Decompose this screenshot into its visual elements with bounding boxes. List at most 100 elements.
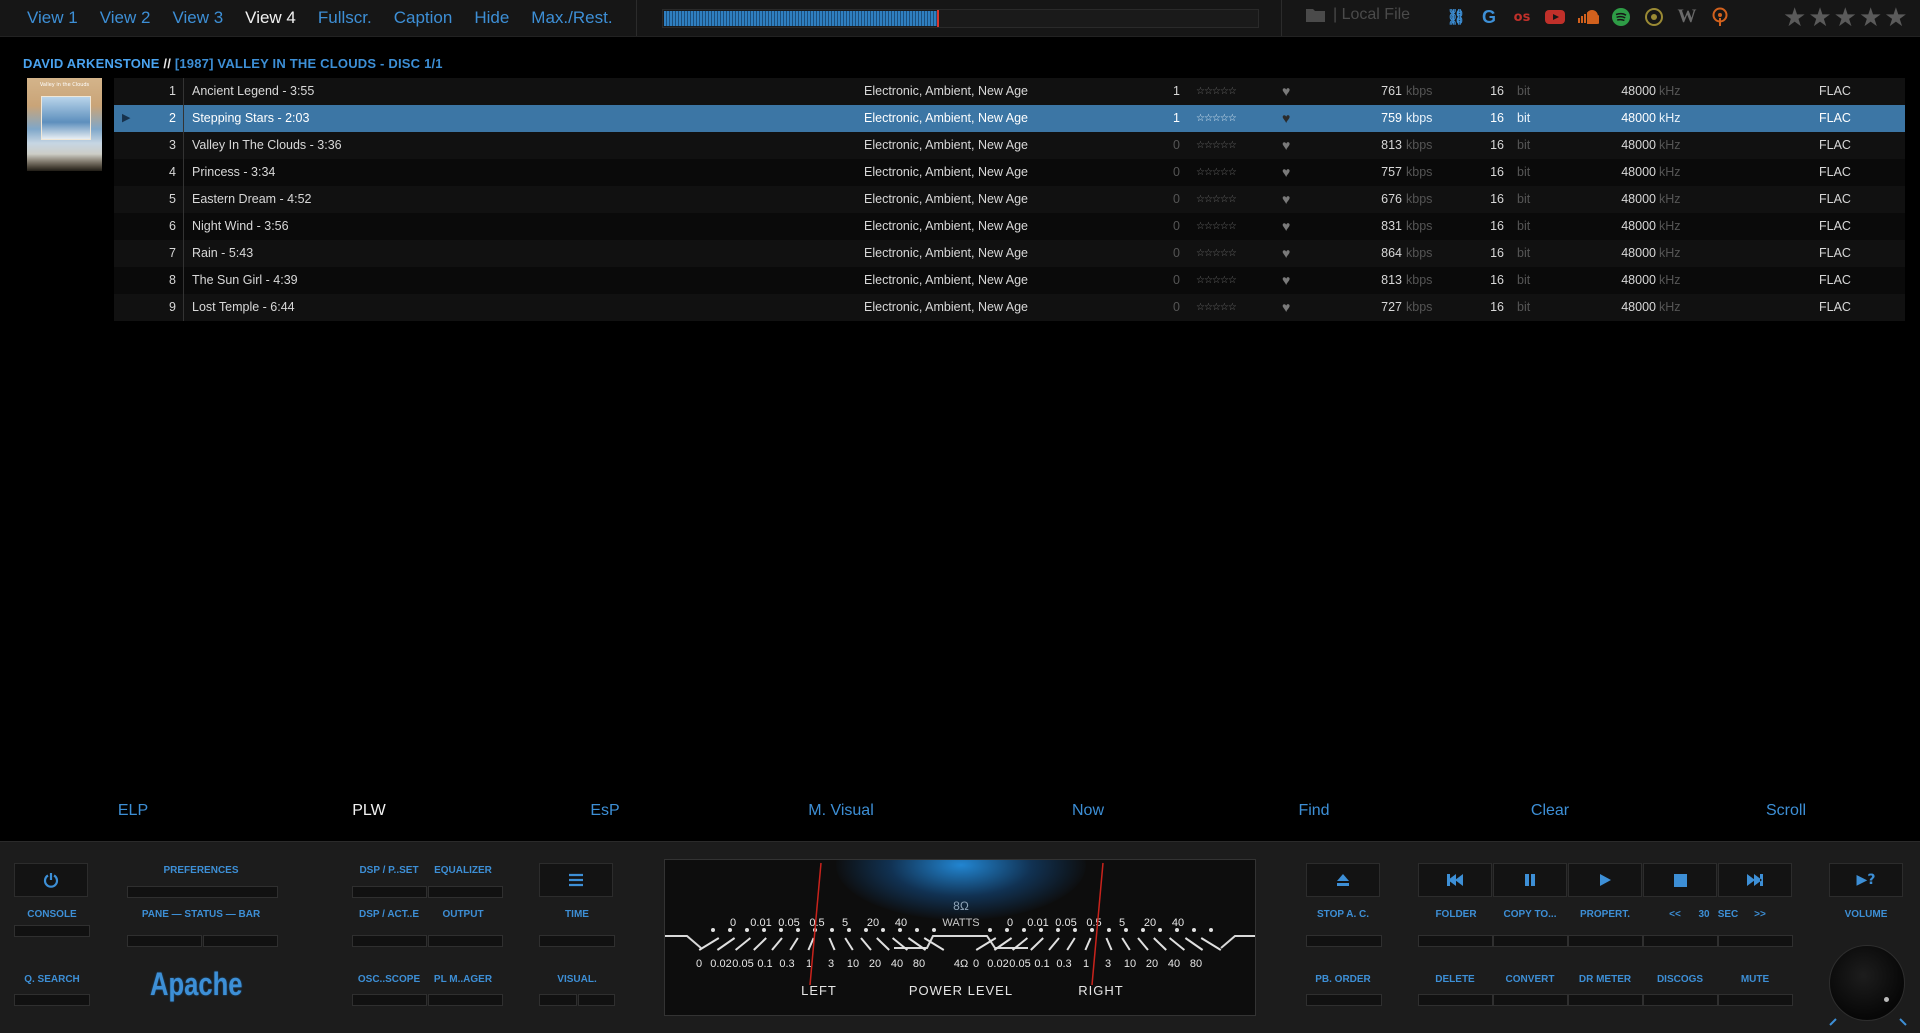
rating-star-icon[interactable]: ★ [1859, 4, 1882, 32]
track-rating[interactable]: ☆☆☆☆☆ [1196, 159, 1237, 186]
oscilloscope-button[interactable] [352, 994, 427, 1006]
track-rating[interactable]: ☆☆☆☆☆ [1196, 78, 1237, 105]
track-rating[interactable]: ☆☆☆☆☆ [1196, 105, 1237, 132]
track-rating[interactable]: ☆☆☆☆☆ [1196, 267, 1237, 294]
time-button[interactable] [539, 935, 615, 947]
dr-meter-button[interactable] [1568, 994, 1643, 1006]
soundcloud-icon[interactable] [1577, 6, 1599, 28]
love-heart-icon[interactable]: ♥ [1282, 159, 1290, 186]
love-heart-icon[interactable]: ♥ [1282, 213, 1290, 240]
track-genre: Electronic, Ambient, New Age [864, 165, 1028, 179]
nav-view-4[interactable]: View 4 [245, 8, 296, 28]
nav-view-1[interactable]: View 1 [27, 8, 78, 28]
love-heart-icon[interactable]: ♥ [1282, 240, 1290, 267]
seek-forward-button[interactable] [1718, 935, 1793, 947]
dsp-active-button[interactable] [352, 935, 427, 947]
rating-stars[interactable]: ★ ★ ★ ★ ★ [1783, 4, 1908, 32]
track-row[interactable]: 6 Night Wind - 3:56 Electronic, Ambient, N… [114, 213, 1905, 240]
mute-button[interactable] [1718, 994, 1793, 1006]
power-button[interactable] [14, 863, 88, 897]
convert-button[interactable] [1493, 994, 1568, 1006]
stop-button[interactable] [1643, 863, 1717, 897]
track-row[interactable]: 5 Eastern Dream - 4:52 Electronic, Ambient… [114, 186, 1905, 213]
vu-bottom-scale-label: 10 [847, 958, 859, 970]
nav-view-2[interactable]: View 2 [100, 8, 151, 28]
track-rating[interactable]: ☆☆☆☆☆ [1196, 186, 1237, 213]
help-button[interactable]: ▶? [1829, 863, 1903, 897]
track-rating[interactable]: ☆☆☆☆☆ [1196, 213, 1237, 240]
track-rating[interactable]: ☆☆☆☆☆ [1196, 132, 1237, 159]
vu-tick [1168, 937, 1186, 951]
copy-to-button[interactable] [1493, 935, 1568, 947]
love-heart-icon[interactable]: ♥ [1282, 132, 1290, 159]
rating-star-icon[interactable]: ★ [1834, 4, 1857, 32]
eject-button[interactable] [1306, 863, 1380, 897]
love-heart-icon[interactable]: ♥ [1282, 78, 1290, 105]
playback-order-button[interactable] [1306, 994, 1382, 1006]
wikipedia-icon[interactable]: W [1676, 6, 1698, 28]
rating-star-icon[interactable]: ★ [1808, 4, 1831, 32]
love-heart-icon[interactable]: ♥ [1282, 294, 1290, 321]
visual-button-a[interactable] [539, 994, 577, 1006]
love-heart-icon[interactable]: ♥ [1282, 105, 1290, 132]
stop-after-current-button[interactable] [1306, 935, 1382, 947]
discogs-icon[interactable] [1643, 6, 1665, 28]
folder-button[interactable] [1418, 935, 1493, 947]
visual-button-b[interactable] [578, 994, 615, 1006]
play-button[interactable] [1568, 863, 1642, 897]
youtube-icon[interactable] [1544, 6, 1566, 28]
track-rating[interactable]: ☆☆☆☆☆ [1196, 294, 1237, 321]
nav-view-3[interactable]: View 3 [172, 8, 223, 28]
panel-link-scroll[interactable]: Scroll [1766, 802, 1806, 820]
lastfm-icon[interactable]: os [1511, 6, 1533, 28]
quick-search-button[interactable] [14, 994, 90, 1006]
nav-hide[interactable]: Hide [474, 8, 509, 28]
properties-button[interactable] [1568, 935, 1643, 947]
next-button[interactable] [1718, 863, 1792, 897]
panel-link-esp[interactable]: EsP [590, 802, 619, 820]
delete-button[interactable] [1418, 994, 1493, 1006]
seek-bar[interactable] [662, 9, 1259, 28]
rating-star-icon[interactable]: ★ [1783, 4, 1806, 32]
track-row[interactable]: 9 Lost Temple - 6:44 Electronic, Ambient, … [114, 294, 1905, 321]
panel-link-now[interactable]: Now [1072, 802, 1104, 820]
seek-position-marker[interactable] [936, 10, 939, 27]
previous-button[interactable] [1418, 863, 1492, 897]
podcast-icon[interactable] [1709, 6, 1731, 28]
menu-button[interactable] [539, 863, 613, 897]
dsp-preset-button[interactable] [352, 886, 427, 898]
rating-star-icon[interactable]: ★ [1884, 4, 1907, 32]
track-row[interactable]: 1 Ancient Legend - 3:55 Electronic, Ambien… [114, 78, 1905, 105]
google-icon[interactable]: G [1478, 6, 1500, 28]
panel-link-find[interactable]: Find [1298, 802, 1329, 820]
spotify-icon[interactable] [1610, 6, 1632, 28]
local-file-source[interactable]: | Local File [1305, 6, 1410, 24]
status-bar-toggle[interactable] [203, 935, 278, 947]
panel-link-clear[interactable]: Clear [1531, 802, 1569, 820]
track-row[interactable]: 4 Princess - 3:34 Electronic, Ambient, New… [114, 159, 1905, 186]
nav-fullscr[interactable]: Fullscr. [318, 8, 372, 28]
seek-back-button[interactable] [1643, 935, 1718, 947]
discogs-button[interactable] [1643, 994, 1718, 1006]
track-row[interactable]: 3 Valley In The Clouds - 3:36 Electronic, … [114, 132, 1905, 159]
pause-button[interactable] [1493, 863, 1567, 897]
album-cover[interactable]: Valley in the Clouds [27, 78, 102, 171]
panel-link-m-visual[interactable]: M. Visual [808, 802, 874, 820]
pl-manager-button[interactable] [428, 994, 503, 1006]
preferences-button[interactable] [127, 886, 278, 898]
nav-caption[interactable]: Caption [394, 8, 453, 28]
track-row[interactable]: ▶ 2 Stepping Stars - 2:03 Electronic, Ambie… [114, 105, 1905, 132]
track-row[interactable]: 7 Rain - 5:43 Electronic, Ambient, New Age… [114, 240, 1905, 267]
equalizer-button[interactable] [428, 886, 503, 898]
output-button[interactable] [428, 935, 503, 947]
panel-link-elp[interactable]: ELP [118, 802, 148, 820]
love-heart-icon[interactable]: ♥ [1282, 267, 1290, 294]
panel-link-plw[interactable]: PLW [352, 802, 385, 820]
pane-toggle[interactable] [127, 935, 202, 947]
track-rating[interactable]: ☆☆☆☆☆ [1196, 240, 1237, 267]
love-heart-icon[interactable]: ♥ [1282, 186, 1290, 213]
link-icon[interactable]: ⛓ [1445, 6, 1467, 28]
nav-max-rest[interactable]: Max./Rest. [531, 8, 612, 28]
track-row[interactable]: 8 The Sun Girl - 4:39 Electronic, Ambient,… [114, 267, 1905, 294]
console-button[interactable] [14, 925, 90, 937]
